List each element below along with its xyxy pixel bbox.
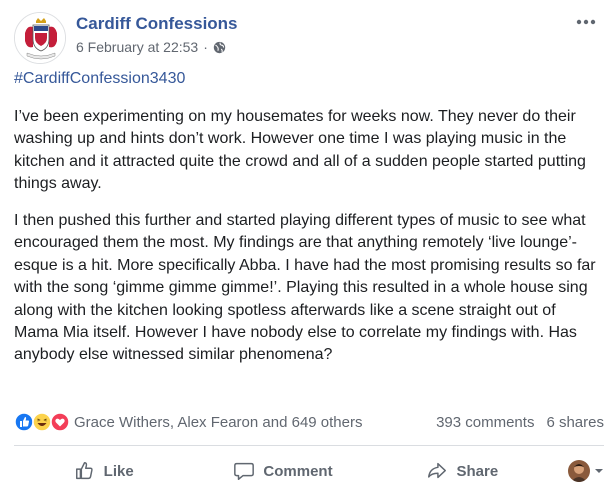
more-options-icon[interactable] [574,12,598,32]
post-timestamp[interactable]: 6 February at 22:53 [76,39,198,55]
comment-bubble-icon [234,462,255,480]
reaction-icons[interactable] [14,412,70,432]
facebook-post: Cardiff Confessions 6 February at 22:53 … [0,0,614,492]
page-name-link[interactable]: Cardiff Confessions [76,14,238,34]
reactors-link[interactable]: Grace Withers, Alex Fearon and 649 other… [74,414,362,431]
love-icon [50,412,70,432]
meta-separator: · [203,39,208,55]
crest-logo-icon [15,13,65,63]
like-icon [14,412,34,432]
share-arrow-icon [428,462,447,479]
post-as-selector[interactable] [552,460,604,482]
user-photo-icon [567,460,590,482]
thumbs-up-icon [75,462,93,480]
shares-count-link[interactable]: 6 shares [546,414,604,431]
user-avatar [567,460,590,482]
engagement-counts: 393 comments 6 shares [436,414,604,431]
haha-icon [32,412,52,432]
post-meta: 6 February at 22:53 · [76,39,226,55]
post-paragraph-1: I’ve been experimenting on my housemates… [14,108,586,193]
chevron-down-icon [594,469,603,473]
comments-count-link[interactable]: 393 comments [436,414,534,431]
share-label: Share [456,462,499,480]
like-button[interactable]: Like [14,460,193,482]
globe-icon[interactable] [213,41,226,54]
reactions-bar: Grace Withers, Alex Fearon and 649 other… [14,408,604,436]
post-actions-bar: Like Comment Share [14,452,604,490]
post-paragraph-2: I then pushed this further and started p… [14,212,596,364]
hashtag-link[interactable]: #CardiffConfession3430 [14,70,185,88]
page-avatar[interactable] [14,12,66,64]
like-label: Like [103,462,134,480]
comment-label: Comment [263,462,333,480]
actions-divider [14,445,604,446]
comment-button[interactable]: Comment [193,460,372,482]
post-header: Cardiff Confessions 6 February at 22:53 … [14,8,604,64]
share-button[interactable]: Share [373,460,552,482]
